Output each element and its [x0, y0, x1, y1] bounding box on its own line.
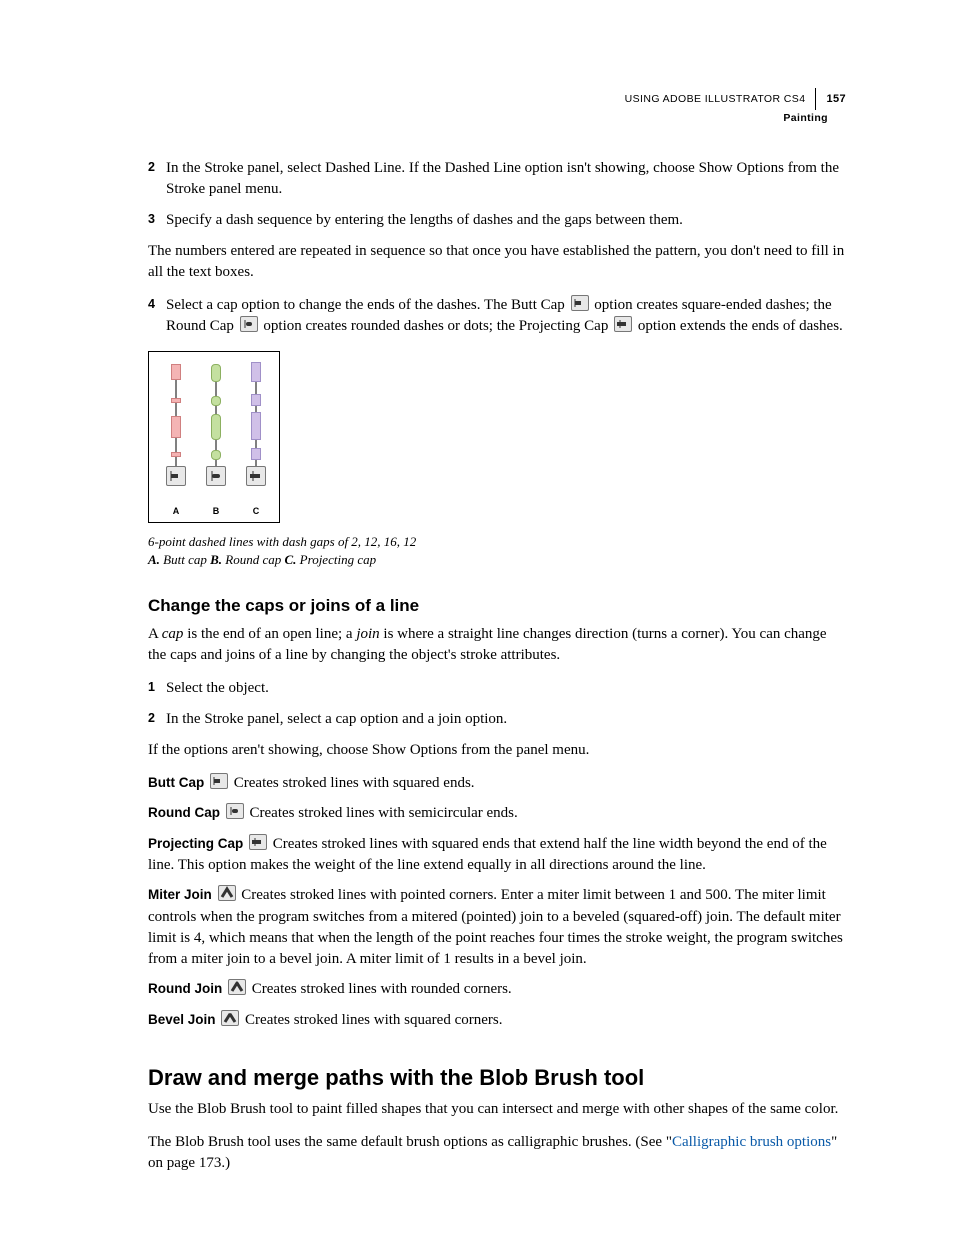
definition-text: Creates stroked lines with squared ends. [234, 775, 475, 791]
step-text: Select the object. [166, 678, 846, 699]
miter-join-icon [218, 885, 236, 901]
text-run: is the end of an open line; a [183, 626, 356, 642]
term-miter-join: Miter Join [148, 887, 212, 902]
step-item: 4 Select a cap option to change the ends… [148, 295, 846, 337]
page-header: USING ADOBE ILLUSTRATOR CS4 157 Painting [625, 88, 846, 124]
caption-key: A. [148, 552, 160, 567]
definition-row: Round Cap Creates stroked lines with sem… [148, 803, 846, 824]
definition-text: Creates stroked lines with squared corne… [245, 1012, 502, 1028]
term-round-cap: Round Cap [148, 805, 220, 820]
header-divider [815, 88, 816, 110]
definition-row: Projecting Cap Creates stroked lines wit… [148, 834, 846, 877]
definition-row: Miter Join Creates stroked lines with po… [148, 885, 846, 970]
caption-key: C. [285, 552, 297, 567]
projecting-cap-icon [249, 834, 267, 850]
step-text: In the Stroke panel, select Dashed Line.… [166, 158, 846, 200]
step-text: Specify a dash sequence by entering the … [166, 210, 846, 231]
projecting-cap-icon [614, 316, 632, 332]
step-number: 1 [148, 678, 166, 699]
definition-text: Creates stroked lines with semicircular … [250, 805, 518, 821]
step-number: 3 [148, 210, 166, 231]
term-bevel-join: Bevel Join [148, 1012, 216, 1027]
bevel-join-icon [221, 1010, 239, 1026]
caption-text: Projecting cap [296, 552, 376, 567]
dashed-lines-figure: A B C [148, 351, 280, 523]
page: USING ADOBE ILLUSTRATOR CS4 157 Painting… [0, 0, 954, 1235]
definition-text: Creates stroked lines with rounded corne… [252, 981, 512, 997]
header-section: Painting [625, 112, 846, 124]
term-projecting-cap: Projecting Cap [148, 836, 243, 851]
caption-text: Round cap [222, 552, 284, 567]
step-text: In the Stroke panel, select a cap option… [166, 709, 846, 730]
round-join-icon [228, 979, 246, 995]
text-run: option creates rounded dashes or dots; t… [263, 318, 612, 334]
calligraphic-brush-options-link[interactable]: Calligraphic brush options [672, 1134, 831, 1150]
header-breadcrumb: USING ADOBE ILLUSTRATOR CS4 [625, 93, 806, 105]
paragraph: The numbers entered are repeated in sequ… [148, 241, 846, 283]
figure-label: B [207, 506, 225, 516]
step-item: 2 In the Stroke panel, select Dashed Lin… [148, 158, 846, 200]
definition-text: Creates stroked lines with pointed corne… [148, 887, 843, 967]
caption-line: 6-point dashed lines with dash gaps of 2… [148, 533, 846, 551]
step-number: 2 [148, 709, 166, 730]
figure-label: C [247, 506, 265, 516]
step-number: 4 [148, 295, 166, 337]
paragraph: If the options aren't showing, choose Sh… [148, 740, 846, 761]
text-run: Select a cap option to change the ends o… [166, 297, 569, 313]
butt-cap-icon [210, 773, 228, 789]
figure-caption: 6-point dashed lines with dash gaps of 2… [148, 533, 846, 568]
text-run: A [148, 626, 162, 642]
page-number: 157 [826, 93, 846, 105]
step-item: 2 In the Stroke panel, select a cap opti… [148, 709, 846, 730]
text-run: option extends the ends of dashes. [638, 318, 843, 334]
heading-change-caps: Change the caps or joins of a line [148, 596, 846, 616]
text-run: The Blob Brush tool uses the same defaul… [148, 1134, 672, 1150]
round-cap-icon [206, 466, 226, 486]
figure-label: A [167, 506, 185, 516]
caption-text: Butt cap [160, 552, 210, 567]
em-cap: cap [162, 626, 184, 642]
step-text: Select a cap option to change the ends o… [166, 295, 846, 337]
term-butt-cap: Butt Cap [148, 775, 204, 790]
em-join: join [356, 626, 379, 642]
step-item: 3 Specify a dash sequence by entering th… [148, 210, 846, 231]
round-cap-icon [240, 316, 258, 332]
paragraph: The Blob Brush tool uses the same defaul… [148, 1132, 846, 1174]
definition-row: Butt Cap Creates stroked lines with squa… [148, 773, 846, 794]
butt-cap-icon [571, 295, 589, 311]
paragraph: A cap is the end of an open line; a join… [148, 624, 846, 666]
step-item: 1 Select the object. [148, 678, 846, 699]
term-round-join: Round Join [148, 981, 222, 996]
butt-cap-icon [166, 466, 186, 486]
step-number: 2 [148, 158, 166, 200]
round-cap-icon [226, 803, 244, 819]
definition-row: Bevel Join Creates stroked lines with sq… [148, 1010, 846, 1031]
definition-row: Round Join Creates stroked lines with ro… [148, 979, 846, 1000]
heading-blob-brush: Draw and merge paths with the Blob Brush… [148, 1065, 846, 1091]
caption-key: B. [210, 552, 222, 567]
content: 2 In the Stroke panel, select Dashed Lin… [148, 158, 846, 1174]
paragraph: Use the Blob Brush tool to paint filled … [148, 1099, 846, 1120]
projecting-cap-icon [246, 466, 266, 486]
caption-line: A. Butt cap B. Round cap C. Projecting c… [148, 551, 846, 569]
